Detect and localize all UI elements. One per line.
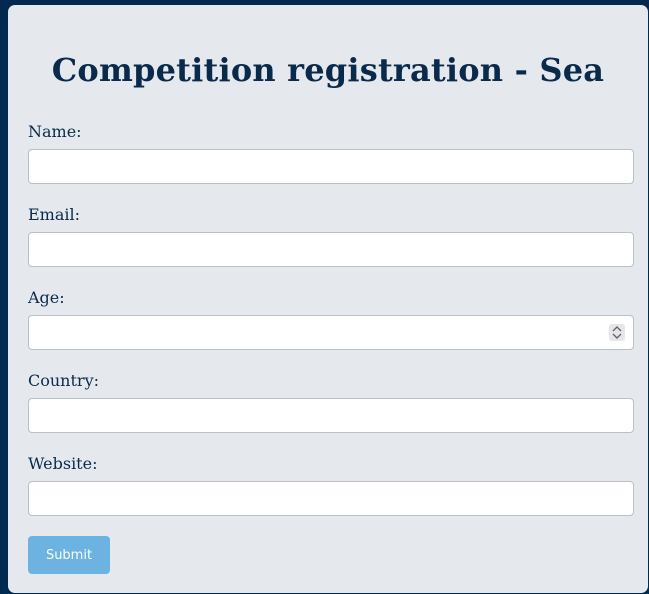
spinner-up-down-icon[interactable] <box>609 324 625 341</box>
country-input[interactable] <box>28 398 634 433</box>
country-label: Country: <box>28 371 99 390</box>
website-label: Website: <box>28 454 98 473</box>
chevron-down-icon[interactable] <box>612 333 622 339</box>
age-input[interactable] <box>28 315 634 350</box>
registration-form-card: Competition registration - Sea Name: Ema… <box>8 5 648 593</box>
age-label: Age: <box>28 288 65 307</box>
email-label: Email: <box>28 205 81 224</box>
name-label: Name: <box>28 122 82 141</box>
name-input[interactable] <box>28 149 634 184</box>
form-title: Competition registration - Sea <box>51 51 605 89</box>
email-input[interactable] <box>28 232 634 267</box>
submit-button[interactable]: Submit <box>28 536 110 574</box>
chevron-up-icon[interactable] <box>612 326 622 332</box>
website-input[interactable] <box>28 481 634 516</box>
